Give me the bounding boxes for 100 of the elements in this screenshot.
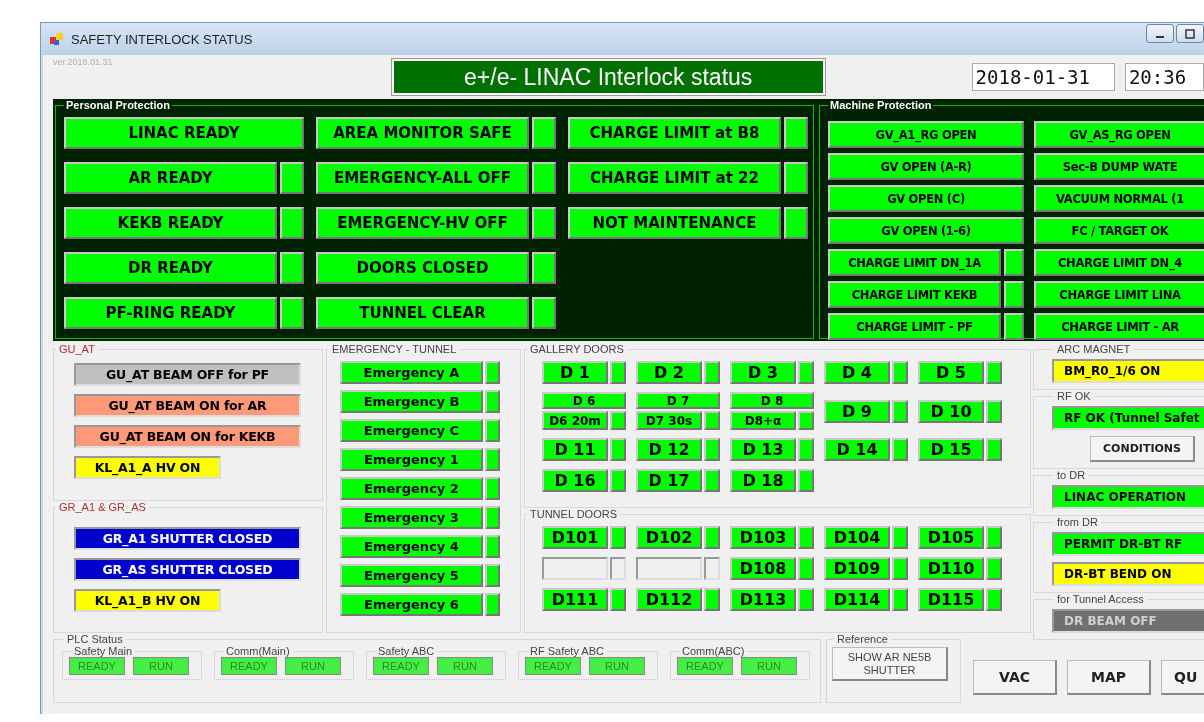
group-title: Machine Protection: [829, 99, 933, 111]
door-indicator: D115: [918, 588, 984, 611]
status-indicator: TUNNEL CLEAR: [316, 297, 529, 329]
timer-indicator: D6 20m: [542, 411, 608, 430]
status-indicator: RF OK (Tunnel Safet: [1052, 406, 1204, 430]
status-indicator: KEKB READY: [64, 207, 277, 239]
maximize-button[interactable]: [1176, 24, 1204, 43]
plc-lamp: RUN: [437, 657, 493, 675]
group-title: for Tunnel Access: [1056, 593, 1145, 605]
door-indicator: D105: [918, 526, 984, 549]
group-title: GALLERY DOORS: [529, 343, 625, 355]
door-indicator: D 4: [824, 361, 890, 384]
status-indicator: Emergency 2: [340, 477, 483, 500]
plc-lamp: RUN: [589, 657, 645, 675]
empty-lamp: [610, 557, 626, 580]
door-indicator: D 6: [542, 392, 626, 409]
status-indicator: GU_AT BEAM ON for KEKB: [74, 425, 301, 448]
time-field: 20:36: [1124, 63, 1204, 91]
plc-lamp: RUN: [285, 657, 341, 675]
date-field: 2018-01-31: [971, 63, 1115, 91]
version-label: ver.2018.01.31: [53, 57, 114, 67]
door-indicator: D114: [824, 588, 890, 611]
group-title: Safety ABC: [377, 645, 436, 657]
group-title: Comm(Main): [225, 645, 291, 657]
status-indicator: KL_A1_A HV ON: [74, 456, 221, 479]
plc-lamp: READY: [677, 657, 733, 675]
status-indicator: GR_AS SHUTTER CLOSED: [74, 558, 301, 581]
door-indicator: D 2: [636, 361, 702, 384]
door-indicator: D 10: [918, 399, 984, 423]
status-indicator: GU_AT BEAM OFF for PF: [74, 363, 301, 386]
status-indicator: CHARGE LIMIT DN_4: [1034, 249, 1204, 276]
plc-lamp: READY: [221, 657, 277, 675]
door-indicator: D 18: [730, 469, 796, 492]
maximize-icon: [1185, 28, 1195, 39]
group-title: RF OK: [1056, 390, 1092, 402]
door-indicator: D109: [824, 557, 890, 580]
door-indicator: D 12: [636, 438, 702, 461]
status-indicator: EMERGENCY-ALL OFF: [316, 162, 529, 194]
door-indicator: D 8: [730, 392, 814, 409]
status-indicator: Emergency C: [340, 419, 483, 442]
status-indicator: AREA MONITOR SAFE: [316, 117, 529, 149]
status-indicator: AR READY: [64, 162, 277, 194]
group-title: from DR: [1056, 516, 1099, 528]
door-indicator: D 1: [542, 361, 608, 384]
door-indicator: D103: [730, 526, 796, 549]
plc-lamp: READY: [373, 657, 429, 675]
status-indicator: CHARGE LIMIT - PF: [828, 313, 1001, 340]
status-indicator: GV_AS_RG OPEN: [1034, 121, 1204, 148]
door-indicator: D101: [542, 526, 608, 549]
minimize-button[interactable]: [1146, 24, 1174, 43]
status-indicator: PF-RING READY: [64, 297, 277, 329]
group-title: Personal Protection: [65, 99, 171, 111]
status-indicator: GV OPEN (A-R): [828, 153, 1024, 180]
status-indicator: DR-BT BEND ON: [1052, 562, 1204, 586]
group-title: Safety Main: [73, 645, 134, 657]
plc-lamp: RUN: [133, 657, 189, 675]
group-title: TUNNEL DOORS: [529, 508, 618, 520]
status-indicator: Emergency 3: [340, 506, 483, 529]
conditions-button[interactable]: CONDITIONS: [1090, 436, 1195, 462]
door-indicator: D104: [824, 526, 890, 549]
status-indicator: CHARGE LIMIT LINA: [1034, 281, 1204, 308]
door-indicator: D 14: [824, 438, 890, 461]
door-indicator: D110: [918, 557, 984, 580]
door-indicator: D108: [730, 557, 796, 580]
status-indicator: Emergency 5: [340, 564, 483, 587]
status-indicator: Emergency 1: [340, 448, 483, 471]
minimize-icon: [1156, 36, 1164, 38]
nav-button[interactable]: MAP: [1067, 660, 1151, 695]
status-indicator: CHARGE LIMIT at B8: [568, 117, 781, 149]
door-indicator: D102: [636, 526, 702, 549]
status-indicator: LINAC OPERATION: [1052, 485, 1204, 509]
group-title: Reference: [836, 633, 889, 645]
header-title: e+/e- LINAC Interlock status: [391, 59, 825, 95]
door-indicator: D 15: [918, 438, 984, 461]
empty-lamp: [704, 557, 720, 580]
status-indicator: Emergency 4: [340, 535, 483, 558]
door-indicator: D 13: [730, 438, 796, 461]
status-indicator: VACUUM NORMAL (1: [1034, 185, 1204, 212]
plc-lamp: RUN: [741, 657, 797, 675]
status-indicator: LINAC READY: [64, 117, 304, 149]
status-indicator: EMERGENCY-HV OFF: [316, 207, 529, 239]
door-indicator: D 9: [824, 399, 890, 423]
group-title: RF Safety ABC: [529, 645, 605, 657]
door-indicator: D112: [636, 588, 702, 611]
status-indicator: GR_A1 SHUTTER CLOSED: [74, 527, 301, 550]
status-indicator: GV OPEN (C): [828, 185, 1024, 212]
status-indicator: GV OPEN (1-6): [828, 217, 1024, 244]
status-indicator: GV_A1_RG OPEN: [828, 121, 1024, 148]
status-indicator: CHARGE LIMIT KEKB: [828, 281, 1001, 308]
empty-indicator: [636, 557, 702, 580]
status-indicator: CHARGE LIMIT at 22: [568, 162, 781, 194]
door-indicator: D 16: [542, 469, 608, 492]
door-indicator: D113: [730, 588, 796, 611]
nav-button[interactable]: VAC: [973, 660, 1057, 695]
timer-indicator: D7 30s: [636, 411, 702, 430]
show-shutter-button[interactable]: SHOW AR NE5B SHUTTER: [832, 647, 948, 681]
door-indicator: D111: [542, 588, 608, 611]
status-indicator: CHARGE LIMIT - AR: [1034, 313, 1204, 340]
nav-button[interactable]: QU: [1161, 660, 1204, 695]
plc-lamp: READY: [525, 657, 581, 675]
